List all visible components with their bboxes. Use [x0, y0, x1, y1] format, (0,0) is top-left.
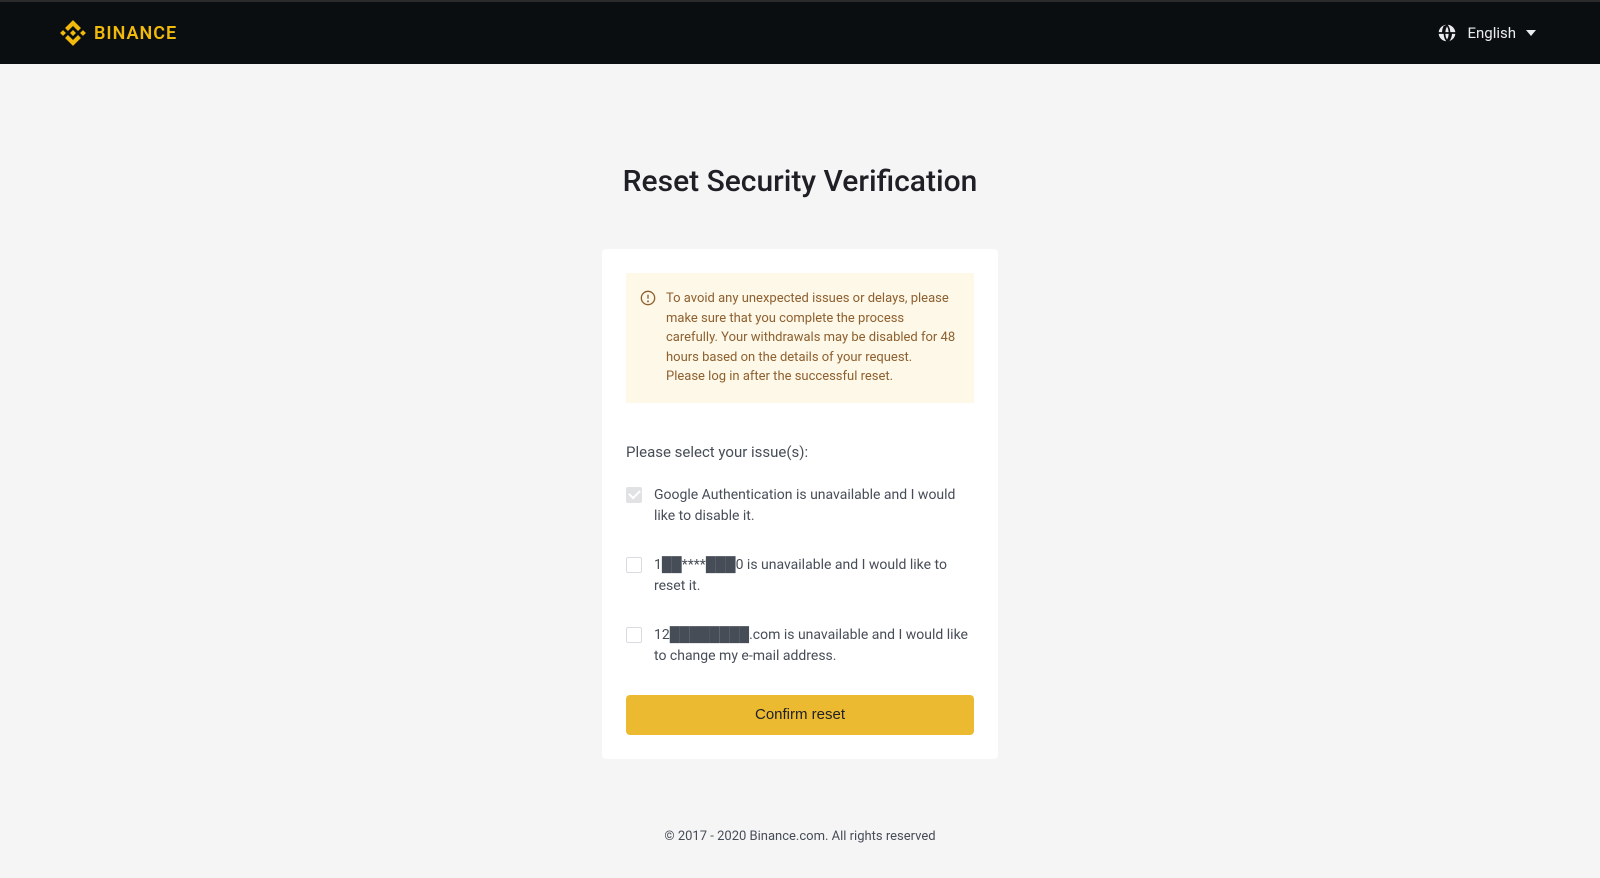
binance-logo-icon [60, 20, 86, 46]
warning-text: To avoid any unexpected issues or delays… [666, 289, 958, 387]
issue-label: Google Authentication is unavailable and… [654, 485, 974, 527]
checkbox[interactable] [626, 557, 642, 573]
language-label: English [1467, 24, 1516, 42]
checkbox[interactable] [626, 627, 642, 643]
language-selector[interactable]: English [1437, 23, 1576, 43]
checkbox[interactable] [626, 487, 642, 503]
brand-name: BINANCE [94, 23, 177, 44]
warning-icon [640, 290, 656, 306]
footer-copyright: © 2017 - 2020 Binance.com. All rights re… [60, 829, 1540, 874]
issue-item-phone[interactable]: 1██****███0 is unavailable and I would l… [626, 555, 974, 597]
caret-down-icon [1526, 30, 1536, 36]
app-header: BINANCE English [0, 0, 1600, 64]
globe-icon [1437, 23, 1457, 43]
confirm-reset-button[interactable]: Confirm reset [626, 695, 974, 735]
warning-banner: To avoid any unexpected issues or delays… [626, 273, 974, 403]
brand-logo[interactable]: BINANCE [60, 20, 177, 46]
issue-label: 1██****███0 is unavailable and I would l… [654, 555, 974, 597]
issue-item-email[interactable]: 12████████.com is unavailable and I woul… [626, 625, 974, 667]
main-content: Reset Security Verification To avoid any… [60, 64, 1540, 874]
issue-item-google-auth[interactable]: Google Authentication is unavailable and… [626, 485, 974, 527]
reset-card: To avoid any unexpected issues or delays… [602, 249, 998, 759]
issue-label: 12████████.com is unavailable and I woul… [654, 625, 974, 667]
issue-prompt: Please select your issue(s): [626, 443, 974, 461]
page-title: Reset Security Verification [60, 164, 1540, 199]
issue-list: Google Authentication is unavailable and… [626, 485, 974, 667]
